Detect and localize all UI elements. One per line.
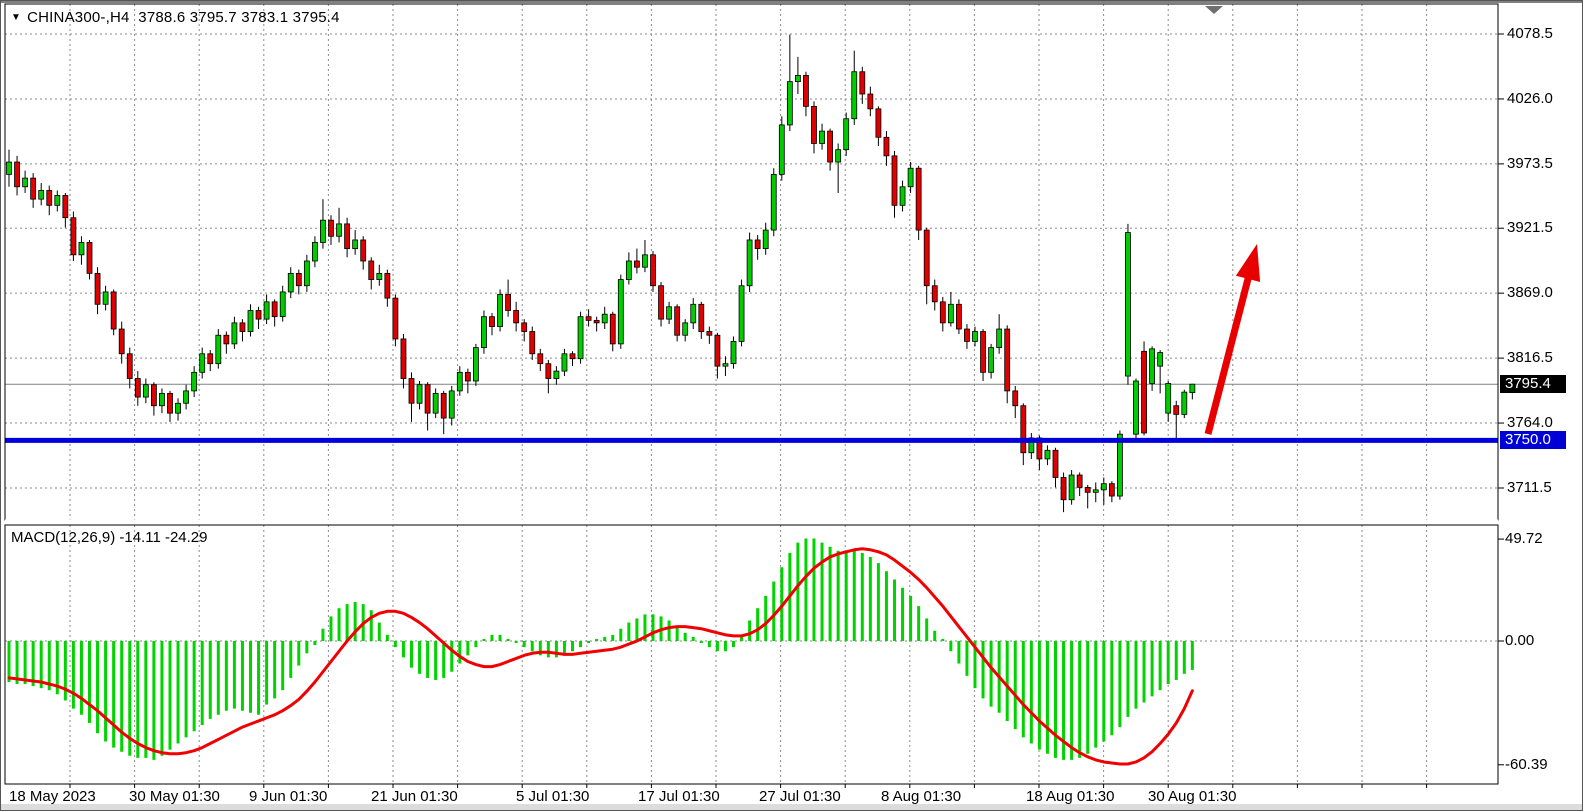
macd-indicator-label: MACD(12,26,9) -14.11 -24.29	[11, 529, 208, 546]
price-axis-label: 3921.5	[1507, 219, 1553, 236]
price-axis-label: 4026.0	[1507, 90, 1553, 107]
time-axis-label: 30 May 01:30	[129, 788, 220, 805]
price-axis-label: 3816.5	[1507, 349, 1553, 366]
macd-values: -14.11 -24.29	[119, 529, 207, 546]
time-axis-label: 18 Aug 01:30	[1026, 788, 1114, 805]
macd-name: MACD(12,26,9)	[11, 529, 115, 546]
time-axis-label: 27 Jul 01:30	[759, 788, 841, 805]
macd-axis-label: 49.72	[1505, 530, 1543, 547]
price-axis-label: 3973.5	[1507, 155, 1553, 172]
price-axis-label: 3764.0	[1507, 414, 1553, 431]
symbol-dropdown-icon[interactable]: ▼	[11, 12, 21, 23]
support-level-badge[interactable]: 3750.0	[1500, 431, 1566, 449]
window-bottom-edge	[1, 804, 1583, 811]
time-axis-label: 30 Aug 01:30	[1148, 788, 1236, 805]
macd-axis-label: 0.00	[1505, 632, 1534, 649]
chart-canvas	[1, 1, 1583, 811]
time-axis-label: 8 Aug 01:30	[881, 788, 961, 805]
price-axis-label: 4078.5	[1507, 25, 1553, 42]
price-axis-label: 3869.0	[1507, 284, 1553, 301]
macd-axis-label: -60.39	[1505, 756, 1548, 773]
time-axis-label: 18 May 2023	[9, 788, 96, 805]
symbol-header: ▼ CHINA300-,H4 3788.6 3795.7 3783.1 3795.…	[11, 9, 340, 26]
trading-chart-window: ▼ CHINA300-,H4 3788.6 3795.7 3783.1 3795.…	[0, 0, 1583, 811]
time-axis-label: 21 Jun 01:30	[371, 788, 458, 805]
time-axis-label: 17 Jul 01:30	[638, 788, 720, 805]
price-axis-label: 3711.5	[1507, 479, 1552, 496]
bid-price-badge: 3795.4	[1500, 375, 1566, 393]
ohlc-readout: 3788.6 3795.7 3783.1 3795.4	[138, 9, 339, 26]
time-axis-label: 5 Jul 01:30	[516, 788, 589, 805]
symbol-timeframe-label: CHINA300-,H4	[27, 9, 129, 26]
time-axis-label: 9 Jun 01:30	[249, 788, 327, 805]
